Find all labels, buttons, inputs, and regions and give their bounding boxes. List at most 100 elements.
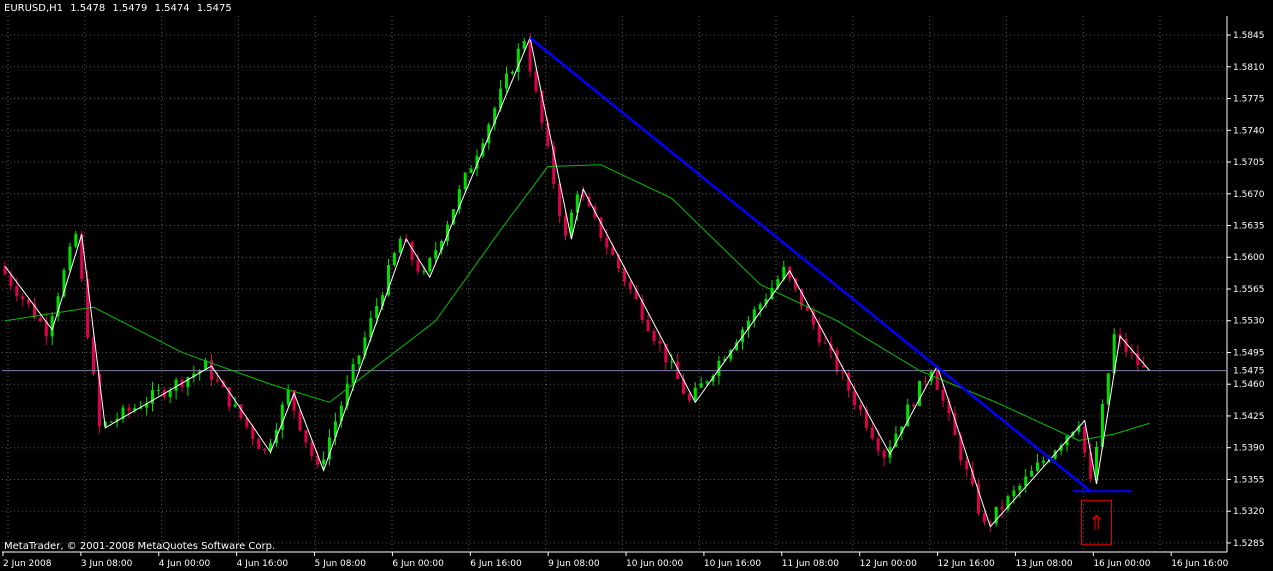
candle-body — [351, 364, 355, 384]
candle-body — [1024, 476, 1028, 486]
candle-body — [357, 355, 361, 365]
candle-body — [286, 390, 290, 405]
time-label: 12 Jun 00:00 — [860, 559, 917, 569]
open-price: 1.5478 — [70, 3, 106, 14]
time-label: 6 Jun 16:00 — [470, 559, 522, 569]
candle-body — [870, 427, 874, 439]
chart-axes — [2, 16, 1228, 553]
candle-body — [151, 390, 154, 404]
time-label: 6 Jun 00:00 — [392, 559, 444, 569]
candle-body — [168, 390, 172, 397]
candle-body — [422, 271, 426, 273]
price-label: 1.5845 — [1233, 31, 1265, 41]
price-label: 1.5495 — [1233, 348, 1265, 358]
copyright-text: MetaTrader, © 2001-2008 MetaQuotes Softw… — [4, 541, 276, 552]
candle-body — [670, 361, 674, 363]
time-label: 2 Jun 2008 — [3, 559, 52, 569]
time-label: 11 Jun 08:00 — [782, 559, 839, 569]
candle-body — [469, 168, 473, 173]
candle-body — [534, 71, 538, 92]
price-label: 1.5390 — [1233, 444, 1265, 454]
price-label: 1.5355 — [1233, 475, 1265, 485]
candle-body — [304, 430, 308, 443]
time-label: 13 Jun 08:00 — [1015, 559, 1072, 569]
candle-body — [605, 237, 609, 248]
time-axis-labels: 2 Jun 2008 3 Jun 08:00 4 Jun 00:00 4 Jun 16… — [2, 552, 1229, 569]
candle-body — [658, 341, 662, 344]
candle-body — [1106, 373, 1110, 405]
candle-body — [510, 71, 514, 74]
candle-body — [823, 342, 827, 344]
time-label: 12 Jun 16:00 — [938, 559, 995, 569]
price-label: 1.5530 — [1233, 317, 1265, 327]
candle-body — [298, 410, 302, 431]
time-label: 4 Jun 00:00 — [159, 559, 211, 569]
chart-header: EURUSD,H1 1.5478 1.5479 1.5474 1.5475 — [4, 3, 236, 14]
candle-body — [1124, 338, 1128, 353]
close-price: 1.5475 — [196, 3, 232, 14]
candle-body — [982, 513, 986, 523]
chart-grid — [2, 16, 1227, 552]
candle-body — [257, 438, 261, 449]
candle-body — [375, 305, 379, 319]
candle-body — [652, 331, 656, 342]
price-axis-labels: 1.5845 1.5810 1.5775 1.5740 1.5705 1.5670 1.56… — [1227, 31, 1265, 549]
candle-body — [918, 380, 921, 407]
price-chart[interactable]: 1.5475⇑ 1.58451.58101.57751.57401.57051.… — [0, 0, 1273, 571]
time-label: 10 Jun 16:00 — [704, 559, 761, 569]
symbol-timeframe: EURUSD,H1 — [4, 3, 64, 14]
time-label: 16 Jun 00:00 — [1093, 559, 1150, 569]
price-label: 1.5740 — [1233, 126, 1265, 136]
candlestick-series — [3, 32, 1146, 532]
candle-body — [263, 448, 267, 451]
candle-body — [1036, 462, 1039, 471]
price-label: 1.5705 — [1233, 158, 1265, 168]
candle-body — [233, 404, 237, 407]
buy-arrow-icon: ⇑ — [1088, 511, 1105, 535]
price-label: 1.5285 — [1233, 539, 1265, 549]
candle-body — [923, 380, 927, 382]
time-label: 10 Jun 00:00 — [626, 559, 683, 569]
price-label: 1.5425 — [1233, 412, 1265, 422]
price-label: 1.5670 — [1233, 190, 1265, 200]
candle-body — [882, 450, 886, 458]
indicator-overlays: 1.5475 ⇑ — [2, 36, 1272, 546]
candle-body — [398, 238, 402, 254]
candle-body — [853, 390, 857, 405]
candle-body — [416, 259, 420, 272]
time-label: 16 Jun 16:00 — [1171, 559, 1228, 569]
bid-price-label: 1.5475 — [1233, 367, 1265, 377]
candle-body — [463, 172, 467, 190]
candle-body — [1041, 460, 1045, 463]
candle-body — [611, 247, 615, 255]
candle-body — [965, 460, 969, 470]
time-label: 5 Jun 08:00 — [315, 559, 367, 569]
candle-body — [705, 381, 709, 384]
price-label: 1.5600 — [1233, 253, 1265, 263]
time-label: 3 Jun 08:00 — [81, 559, 133, 569]
candle-body — [392, 253, 396, 266]
price-label: 1.5775 — [1233, 95, 1265, 105]
candle-body — [1130, 352, 1134, 354]
price-label: 1.5810 — [1233, 63, 1265, 73]
zigzag-line — [4, 36, 1150, 528]
candle-body — [693, 387, 697, 401]
candle-body — [1030, 470, 1034, 477]
candle-body — [859, 404, 862, 410]
low-price: 1.5474 — [154, 3, 190, 14]
candle-body — [21, 296, 25, 300]
candle-body — [528, 41, 532, 72]
price-label: 1.5635 — [1233, 222, 1265, 232]
candle-body — [434, 250, 438, 259]
candle-body — [935, 371, 939, 390]
candle-body — [847, 372, 851, 391]
candle-body — [835, 350, 839, 372]
candle-body — [876, 438, 880, 451]
candle-body — [522, 41, 526, 49]
candle-body — [699, 383, 703, 388]
candle-body — [68, 246, 72, 271]
price-label: 1.5460 — [1233, 380, 1265, 390]
price-label: 1.5320 — [1233, 507, 1265, 517]
price-label: 1.5565 — [1233, 285, 1265, 295]
candle-body — [564, 215, 567, 236]
